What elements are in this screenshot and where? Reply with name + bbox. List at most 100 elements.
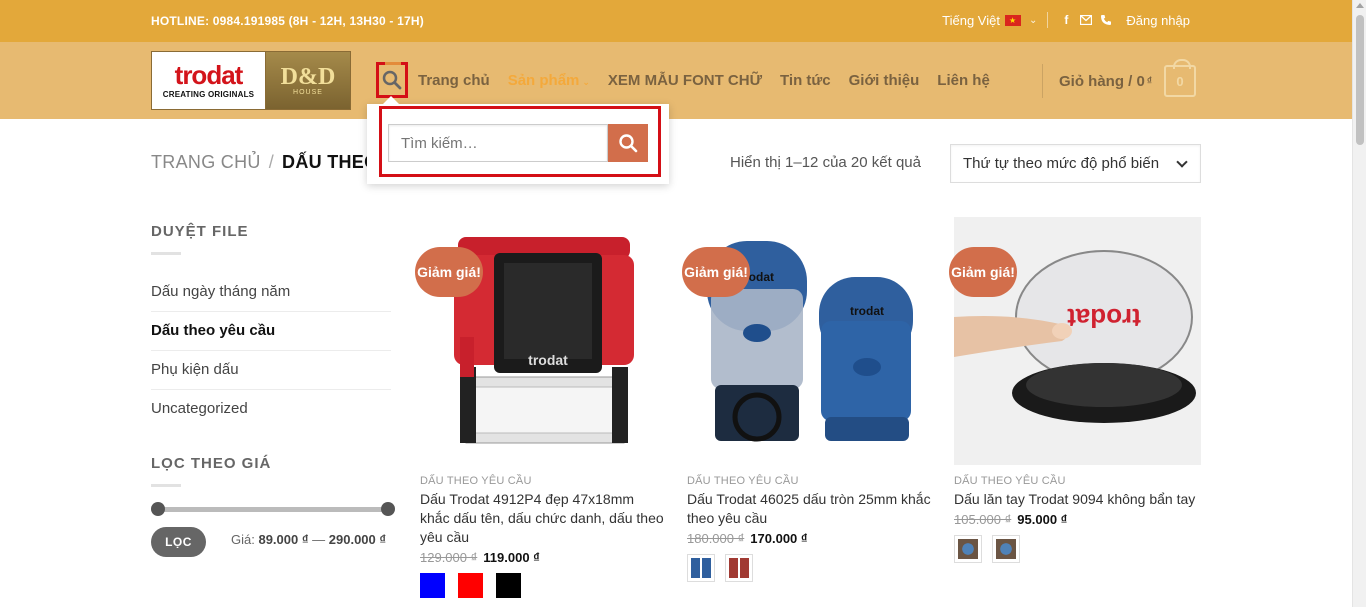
cart-count: 0: [1176, 73, 1184, 89]
category-item[interactable]: Dấu theo yêu cầu: [151, 312, 391, 351]
breadcrumb-separator: /: [268, 152, 275, 172]
search-dropdown: [367, 96, 669, 184]
phone-icon[interactable]: [1098, 14, 1114, 26]
product-category[interactable]: DẤU THEO YÊU CẦU: [954, 475, 1201, 487]
sale-price: 170.000 ₫: [750, 531, 808, 546]
title-underline: [151, 484, 181, 487]
sale-price: 119.000 ₫: [483, 550, 540, 565]
language-switcher[interactable]: Tiếng Việt ⌄: [942, 13, 1037, 28]
hotline-text: HOTLINE: 0984.191985 (8H - 12H, 13H30 - …: [151, 14, 424, 28]
svg-text:trodat: trodat: [528, 352, 568, 368]
orderby-select[interactable]: Thứ tự theo mức độ phổ biến: [950, 144, 1201, 183]
divider: [1047, 12, 1049, 28]
main-nav: Trang chủ Sản phẩm ⌄ XEM MẪU FONT CHỮ Tin…: [418, 72, 1008, 89]
old-price: 180.000 ₫: [687, 531, 745, 546]
cart-link[interactable]: Giỏ hàng / 0 ₫ 0: [1042, 59, 1196, 98]
swatch-ink-pad[interactable]: [954, 535, 982, 563]
price-range-slider[interactable]: [151, 500, 395, 520]
breadcrumb-current: DẤU THEO: [282, 152, 379, 172]
search-input[interactable]: [388, 124, 608, 162]
login-link[interactable]: Đăng nhập: [1126, 13, 1190, 28]
product-price: 129.000 ₫ 119.000 ₫: [420, 550, 667, 565]
filter-button[interactable]: LỌC: [151, 527, 206, 557]
dd-house-logo: D&D HOUSE: [266, 52, 350, 109]
image-swatches: [954, 535, 1201, 563]
chevron-down-icon: ⌄: [1028, 14, 1038, 26]
nav-home[interactable]: Trang chủ: [418, 72, 490, 89]
sale-badge: Giảm giá!: [682, 247, 750, 297]
product-title[interactable]: Dấu Trodat 46025 dấu tròn 25mm khắc theo…: [687, 490, 934, 528]
product-image[interactable]: Giảm giá! trodat: [415, 217, 667, 465]
header-search-button[interactable]: [376, 62, 408, 98]
search-icon: [619, 134, 638, 153]
email-icon[interactable]: [1078, 15, 1094, 25]
facebook-icon[interactable]: f: [1058, 13, 1074, 27]
language-label: Tiếng Việt: [942, 12, 1000, 28]
svg-text:trodat: trodat: [1067, 303, 1141, 333]
top-bar: HOTLINE: 0984.191985 (8H - 12H, 13H30 - …: [0, 0, 1352, 42]
scroll-up-arrow-icon[interactable]: [1356, 3, 1364, 8]
price-dash: —: [312, 532, 326, 547]
product-card[interactable]: Giảm giá! trodat DẤU THEO YÊU CẦU Dấu Tr…: [415, 217, 667, 598]
color-swatches: [420, 573, 667, 598]
swatch-blue-stamp[interactable]: [687, 554, 715, 582]
nav-contact[interactable]: Liên hệ: [937, 72, 990, 89]
breadcrumb-home[interactable]: TRANG CHỦ: [151, 152, 261, 172]
category-item[interactable]: Phụ kiện dấu: [151, 351, 391, 390]
product-image[interactable]: Giảm giá! trodat trodat: [682, 217, 934, 465]
page-scrollbar[interactable]: [1352, 0, 1366, 607]
product-title[interactable]: Dấu lăn tay Trodat 9094 không bẩn tay: [954, 490, 1201, 509]
product-title[interactable]: Dấu Trodat 4912P4 đẹp 47x18mm khắc dấu t…: [420, 490, 667, 547]
vietnam-flag-icon: [1004, 14, 1021, 26]
category-item[interactable]: Dấu ngày tháng năm: [151, 273, 391, 312]
swatch-red[interactable]: [458, 573, 483, 598]
product-price: 105.000 ₫ 95.000 ₫: [954, 512, 1201, 527]
swatch-ink-pad-alt[interactable]: [992, 535, 1020, 563]
result-count: Hiển thị 1–12 của 20 kết quả: [730, 154, 921, 171]
dd-logo-text: D&D: [280, 64, 336, 90]
price-min: 89.000 ₫: [258, 532, 309, 547]
slider-max-handle[interactable]: [381, 502, 395, 516]
nav-news[interactable]: Tin tức: [780, 72, 831, 89]
sale-badge: Giảm giá!: [949, 247, 1017, 297]
topbar-right: Tiếng Việt ⌄ f Đăng nhập: [942, 12, 1190, 28]
logo-brand-text: trodat: [174, 60, 244, 90]
category-list: Dấu ngày tháng năm Dấu theo yêu cầu Phụ …: [151, 273, 391, 429]
product-price: 180.000 ₫ 170.000 ₫: [687, 531, 934, 546]
product-image[interactable]: Giảm giá! trodat: [949, 217, 1201, 465]
nav-products-label: Sản phẩm: [507, 72, 580, 89]
swatch-red-stamp[interactable]: [725, 554, 753, 582]
nav-products[interactable]: Sản phẩm ⌄: [508, 72, 590, 89]
nav-about[interactable]: Giới thiệu: [849, 72, 920, 89]
logo-tagline: CREATING ORIGINALS: [162, 90, 255, 99]
product-category[interactable]: DẤU THEO YÊU CẦU: [420, 475, 667, 487]
price-filter-title: LỌC THEO GIÁ: [151, 455, 271, 487]
swatch-black[interactable]: [496, 573, 521, 598]
cart-bag-icon: 0: [1163, 59, 1196, 97]
sale-price: 95.000 ₫: [1017, 512, 1068, 527]
site-logo[interactable]: trodat CREATING ORIGINALS D&D HOUSE: [151, 51, 351, 110]
product-card[interactable]: Giảm giá! trodat DẤU THEO YÊU CẦU Dấu lă…: [949, 217, 1201, 563]
price-label: Giá:: [231, 532, 255, 547]
price-max: 290.000 ₫: [328, 532, 387, 547]
price-range-text: Giá: 89.000 ₫ — 290.000 ₫: [231, 532, 386, 547]
chevron-down-icon: [1176, 156, 1188, 168]
orderby-value: Thứ tự theo mức độ phổ biến: [963, 155, 1160, 172]
svg-text:trodat: trodat: [850, 304, 884, 318]
slider-track: [157, 507, 389, 512]
slider-min-handle[interactable]: [151, 502, 165, 516]
sale-badge: Giảm giá!: [415, 247, 483, 297]
category-item[interactable]: Uncategorized: [151, 390, 391, 429]
title-underline: [151, 252, 181, 255]
product-category[interactable]: DẤU THEO YÊU CẦU: [687, 475, 934, 487]
swatch-blue[interactable]: [420, 573, 445, 598]
scrollbar-thumb[interactable]: [1356, 15, 1364, 145]
product-card[interactable]: Giảm giá! trodat trodat DẤU THEO YÊU CẦU…: [682, 217, 934, 582]
chevron-down-icon: ⌄: [582, 77, 590, 87]
search-submit-button[interactable]: [608, 124, 648, 162]
cart-label: Giỏ hàng / 0: [1059, 72, 1145, 90]
nav-font-samples[interactable]: XEM MẪU FONT CHỮ: [608, 72, 762, 89]
old-price: 129.000 ₫: [420, 550, 478, 565]
dropdown-arrow: [383, 96, 399, 104]
browse-widget-title: DUYỆT FILE: [151, 223, 249, 255]
